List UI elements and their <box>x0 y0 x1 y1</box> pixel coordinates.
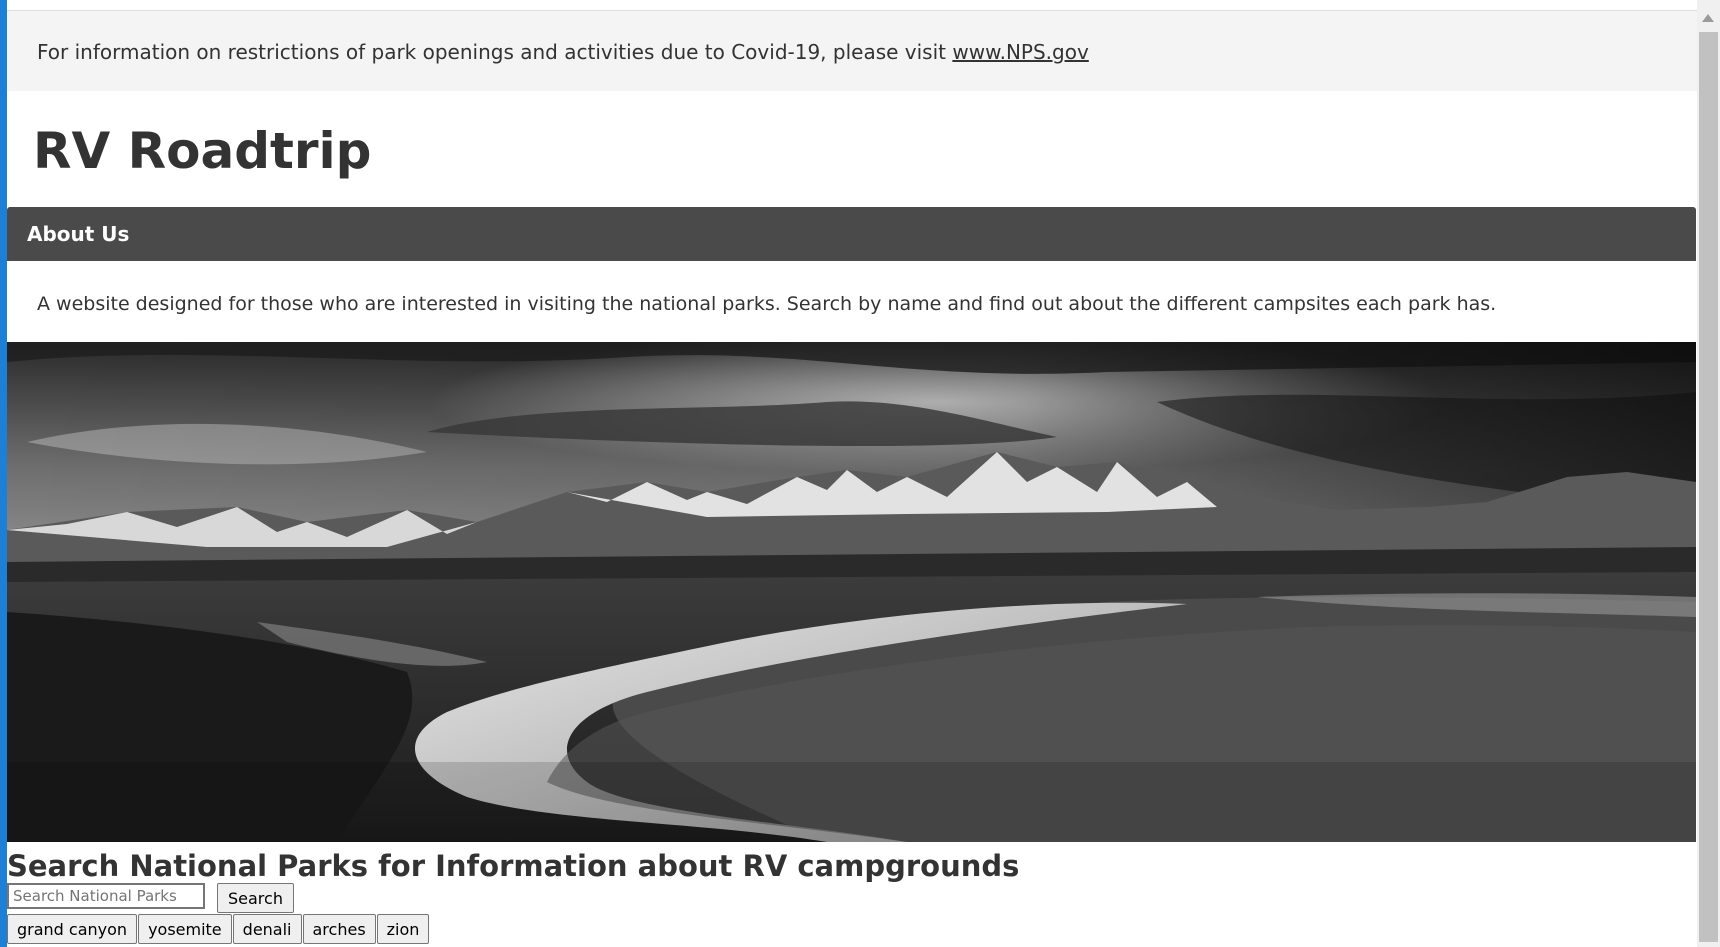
search-heading: Search National Parks for Information ab… <box>7 849 1020 883</box>
covid-notice-message: For information on restrictions of park … <box>37 40 953 64</box>
page-viewport: For information on restrictions of park … <box>7 11 1697 947</box>
site-title: RV Roadtrip <box>33 122 372 180</box>
about-us-title: About Us <box>27 222 130 246</box>
park-button-yosemite[interactable]: yosemite <box>138 914 232 944</box>
about-us-header: About Us <box>7 207 1696 261</box>
park-quick-links: grand canyon yosemite denali arches zion <box>7 914 430 944</box>
covid-notice-banner: For information on restrictions of park … <box>7 11 1697 91</box>
park-button-zion[interactable]: zion <box>376 914 430 944</box>
covid-notice-text: For information on restrictions of park … <box>37 39 1089 65</box>
park-button-denali[interactable]: denali <box>232 914 302 944</box>
nps-link[interactable]: www.NPS.gov <box>952 40 1088 64</box>
hero-image <box>7 342 1696 842</box>
scroll-up-arrow-icon[interactable] <box>1702 14 1714 22</box>
vertical-scrollbar[interactable] <box>1697 0 1720 947</box>
search-button[interactable]: Search <box>217 883 294 913</box>
park-button-arches[interactable]: arches <box>302 914 376 944</box>
window-edge <box>0 0 7 947</box>
park-button-grand-canyon[interactable]: grand canyon <box>7 914 138 944</box>
browser-window: For information on restrictions of park … <box>0 0 1720 947</box>
hero-landscape-graphic <box>7 342 1696 842</box>
about-us-description: A website designed for those who are int… <box>37 293 1497 315</box>
scrollbar-thumb[interactable] <box>1699 32 1718 942</box>
search-input[interactable] <box>7 883 205 909</box>
